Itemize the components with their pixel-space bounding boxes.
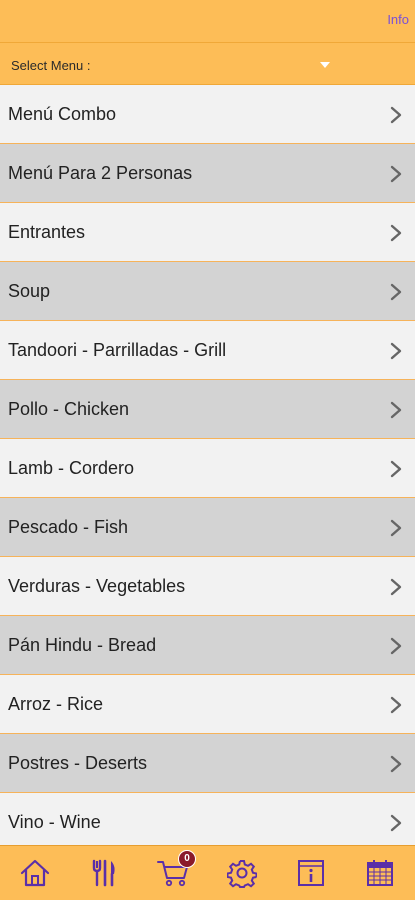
chevron-right-icon — [390, 814, 402, 832]
cart-count-badge: 0 — [178, 850, 196, 868]
chevron-right-icon — [390, 224, 402, 242]
menu-item-pollo[interactable]: Pollo - Chicken — [0, 380, 415, 439]
info-icon — [297, 860, 324, 886]
fork-knife-icon — [92, 859, 115, 887]
select-menu-label: Select Menu : — [11, 58, 91, 73]
chevron-right-icon — [390, 755, 402, 773]
tab-settings[interactable] — [207, 846, 276, 900]
menu-item-postres[interactable]: Postres - Deserts — [0, 734, 415, 793]
gear-icon — [226, 860, 257, 888]
tab-info[interactable] — [276, 846, 345, 900]
menu-item-entrantes[interactable]: Entrantes — [0, 203, 415, 262]
menu-item-label: Pán Hindu - Bread — [8, 635, 157, 655]
menu-item-label: Postres - Deserts — [8, 753, 148, 773]
menu-item-arroz[interactable]: Arroz - Rice — [0, 675, 415, 734]
home-icon — [20, 859, 49, 887]
menu-item-label: Arroz - Rice — [8, 694, 104, 714]
menu-item-label: Pollo - Chicken — [8, 399, 130, 419]
top-bar: Info — [0, 0, 415, 43]
menu-item-tandoori[interactable]: Tandoori - Parrilladas - Grill — [0, 321, 415, 380]
chevron-right-icon — [390, 696, 402, 714]
chevron-right-icon — [390, 519, 402, 537]
chevron-right-icon — [390, 342, 402, 360]
tab-cart[interactable]: 0 — [138, 846, 207, 900]
chevron-right-icon — [390, 637, 402, 655]
menu-item-soup[interactable]: Soup — [0, 262, 415, 321]
menu-category-list: Menú Combo Menú Para 2 Personas Entrante… — [0, 85, 415, 845]
menu-item-lamb[interactable]: Lamb - Cordero — [0, 439, 415, 498]
tab-home[interactable] — [0, 846, 69, 900]
tab-reservations[interactable] — [345, 846, 414, 900]
menu-item-label: Vino - Wine — [8, 812, 101, 832]
menu-item-pan-hindu[interactable]: Pán Hindu - Bread — [0, 616, 415, 675]
menu-item-label: Pescado - Fish — [8, 517, 129, 537]
bottom-tab-bar: 0 — [0, 845, 415, 900]
info-link[interactable]: Info — [387, 12, 409, 27]
menu-item-label: Menú Para 2 Personas — [8, 163, 193, 183]
tab-menu[interactable] — [69, 846, 138, 900]
menu-item-label: Tandoori - Parrilladas - Grill — [8, 340, 227, 360]
menu-item-pescado[interactable]: Pescado - Fish — [0, 498, 415, 557]
select-menu-dropdown[interactable]: Select Menu : — [0, 43, 415, 85]
menu-item-label: Entrantes — [8, 222, 86, 242]
chevron-right-icon — [390, 578, 402, 596]
menu-item-label: Verduras - Vegetables — [8, 576, 186, 596]
caret-down-icon — [320, 62, 330, 68]
chevron-right-icon — [390, 401, 402, 419]
menu-item-menu-combo[interactable]: Menú Combo — [0, 85, 415, 144]
menu-item-label: Menú Combo — [8, 104, 117, 124]
menu-item-label: Lamb - Cordero — [8, 458, 135, 478]
chevron-right-icon — [390, 106, 402, 124]
calendar-icon — [366, 860, 393, 886]
chevron-right-icon — [390, 460, 402, 478]
menu-item-vino[interactable]: Vino - Wine — [0, 793, 415, 845]
menu-item-label: Soup — [8, 281, 51, 301]
menu-item-verduras[interactable]: Verduras - Vegetables — [0, 557, 415, 616]
chevron-right-icon — [390, 165, 402, 183]
menu-item-menu-2-personas[interactable]: Menú Para 2 Personas — [0, 144, 415, 203]
chevron-right-icon — [390, 283, 402, 301]
